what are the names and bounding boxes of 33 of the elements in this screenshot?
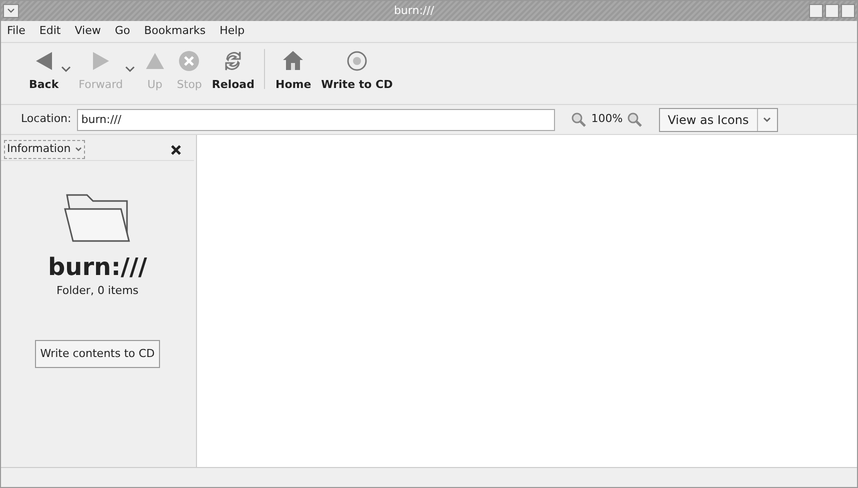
menu-item[interactable]: File bbox=[7, 23, 26, 40]
cd-icon bbox=[344, 49, 369, 73]
folder-info: Folder, 0 items bbox=[56, 283, 139, 299]
toolbar-button[interactable]: Back bbox=[27, 49, 61, 94]
window-title: burn:/// bbox=[392, 2, 436, 19]
home-icon bbox=[281, 49, 306, 73]
caret-icon[interactable] bbox=[60, 65, 71, 73]
sidebar-selector[interactable]: Information bbox=[4, 140, 85, 159]
toolbar-button[interactable]: Home bbox=[273, 49, 314, 94]
location-title: burn:/// bbox=[48, 255, 148, 279]
caret-icon bbox=[74, 147, 82, 152]
magnifier-icon[interactable] bbox=[626, 112, 643, 128]
view-dropdown[interactable]: View as Icons bbox=[658, 108, 778, 132]
menu-item[interactable]: Edit bbox=[39, 23, 61, 40]
zoom-level: 100% bbox=[591, 111, 623, 128]
close-icon[interactable] bbox=[171, 144, 181, 154]
magnifier-icon[interactable] bbox=[571, 112, 588, 128]
caret-icon bbox=[763, 116, 772, 122]
minimize-button[interactable] bbox=[809, 4, 823, 18]
write-contents-button[interactable]: Write contents to CD bbox=[35, 340, 160, 368]
stop-icon bbox=[177, 49, 202, 73]
menu-item[interactable]: Help bbox=[220, 23, 245, 40]
window-menu-button[interactable] bbox=[3, 4, 19, 18]
location-label: Location: bbox=[21, 111, 72, 128]
menu-item[interactable]: Bookmarks bbox=[144, 23, 206, 40]
toolbar-button[interactable]: Write to CD bbox=[319, 49, 395, 94]
location-field[interactable]: burn:/// bbox=[77, 108, 556, 130]
menu-item[interactable]: Go bbox=[114, 23, 130, 40]
toolbar-button[interactable]: Reload bbox=[210, 49, 256, 94]
menu-item[interactable]: View bbox=[74, 23, 101, 40]
close-button[interactable] bbox=[841, 4, 855, 18]
caret-icon bbox=[7, 8, 15, 14]
maximize-button[interactable] bbox=[825, 4, 839, 18]
